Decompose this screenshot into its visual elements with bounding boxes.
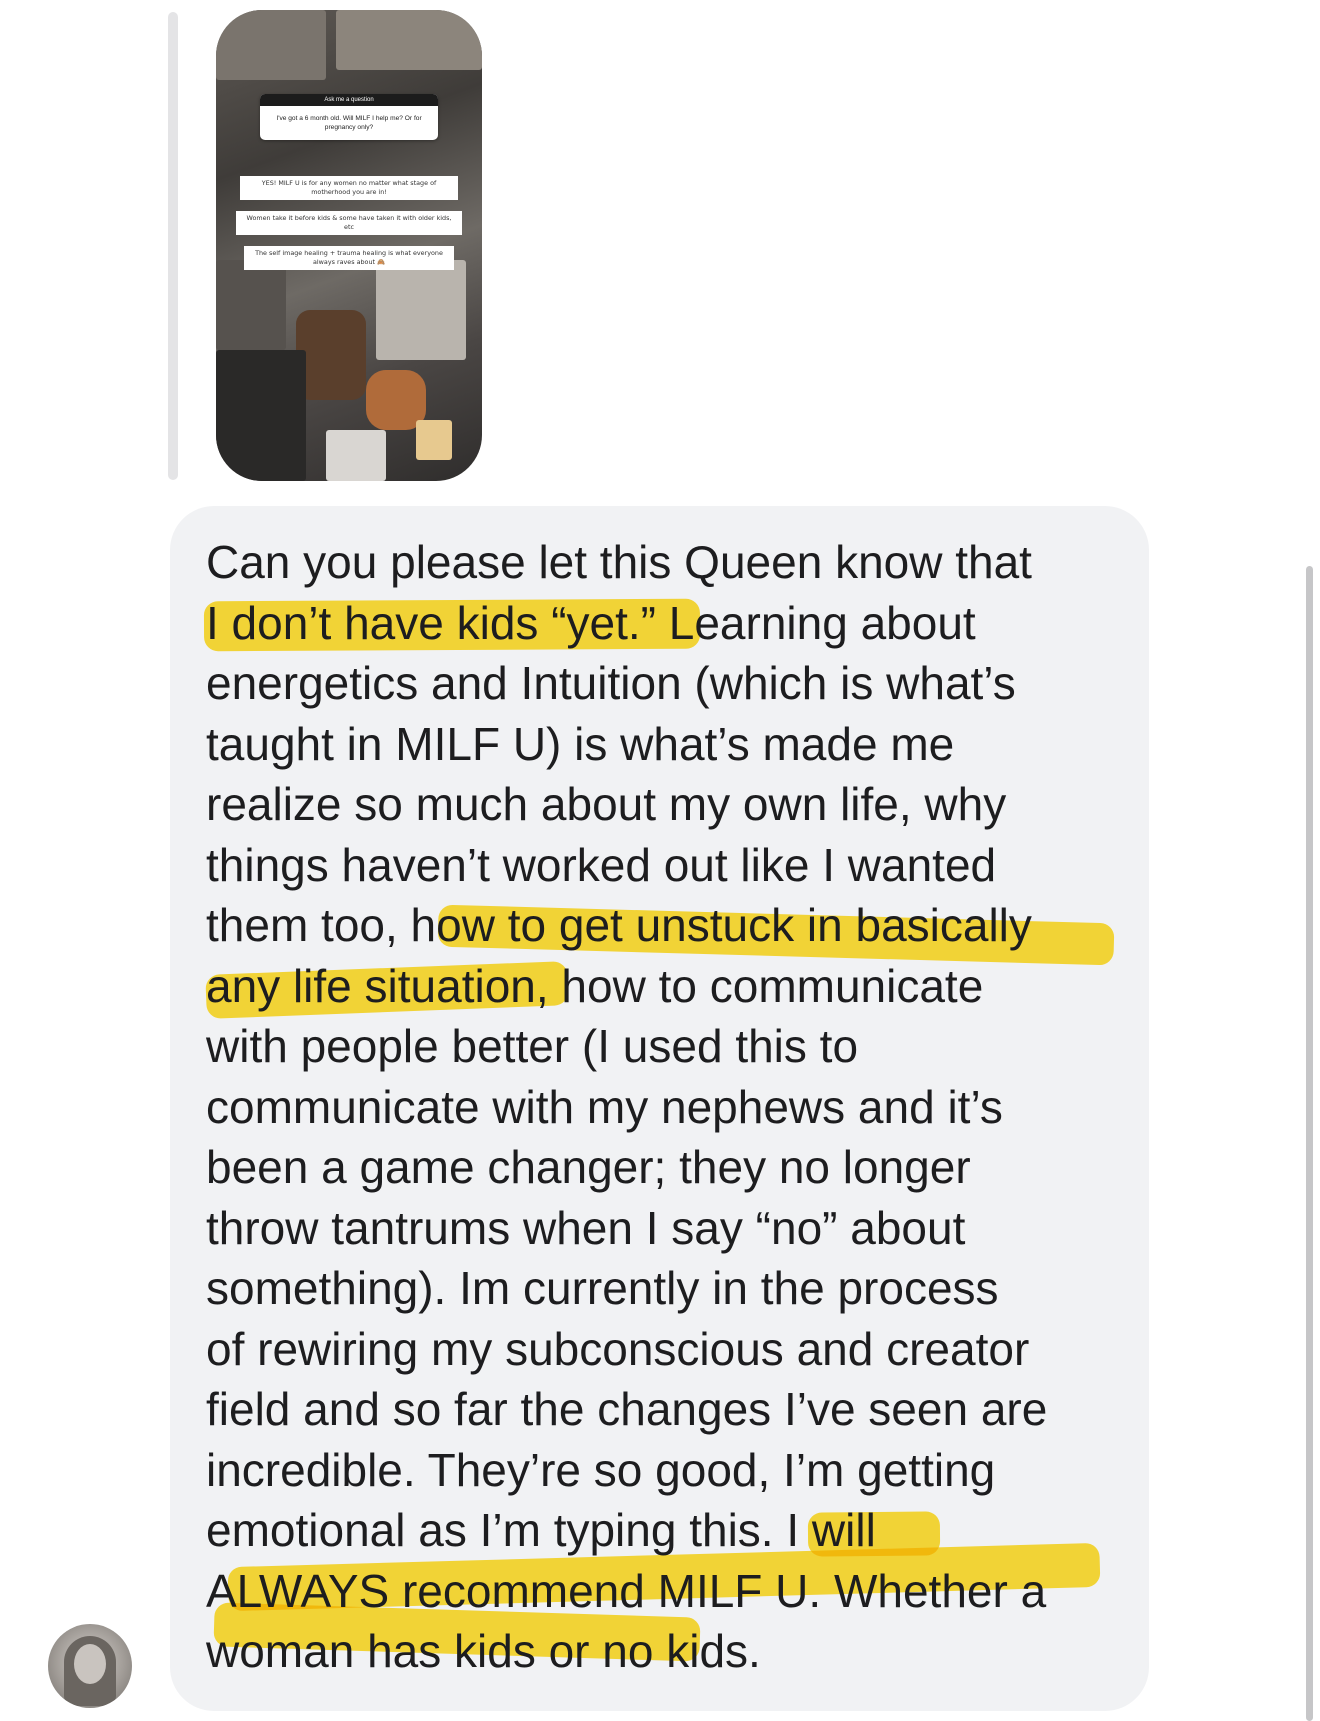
- message-line: woman has kids or no kids.: [206, 1625, 761, 1677]
- collage-tile: [326, 430, 386, 481]
- question-sticker-header: Ask me a question: [260, 94, 438, 106]
- message-line: something). Im currently in the process: [206, 1262, 999, 1314]
- message-line: things haven’t worked out like I wanted: [206, 838, 997, 891]
- answer-text-3: The self image healing + trauma healing …: [244, 246, 454, 270]
- message-line: incredible. They’re so good, I’m getting: [206, 1443, 996, 1496]
- message-line: throw tantrums when I say “no” about: [206, 1201, 966, 1254]
- message-line: with people better (I used this to: [206, 1020, 859, 1072]
- message-line: any life situation, how to communicate: [206, 959, 984, 1012]
- message-line: energetics and Intuition (which is what’…: [206, 657, 1016, 709]
- reply-indicator-bar: [168, 12, 178, 480]
- message-line: emotional as I’m typing this. I will: [206, 1504, 876, 1556]
- message-line: taught in MILF U) is what’s made me: [206, 717, 955, 770]
- question-sticker-text: I've got a 6 month old. Will MILF I help…: [276, 115, 422, 131]
- answer-text-1: YES! MILF U is for any women no matter w…: [240, 176, 458, 200]
- message-line: them too, how to get unstuck in basicall…: [206, 899, 1032, 951]
- message-line: I don’t have kids “yet.” Learning about: [206, 596, 976, 649]
- story-reply-thumbnail[interactable]: Ask me a question I've got a 6 month old…: [216, 10, 482, 481]
- message-line: communicate with my nephews and it’s: [206, 1080, 1003, 1133]
- collage-tile: [336, 10, 482, 70]
- answer-text-2: Women take it before kids & some have ta…: [236, 211, 462, 235]
- avatar-face: [74, 1644, 106, 1684]
- message-text: Can you please let this Queen know that I…: [206, 532, 1126, 1682]
- message-line: realize so much about my own life, why: [206, 778, 1007, 830]
- collage-tile: [216, 260, 286, 350]
- message-line: Can you please let this Queen know that: [206, 536, 1032, 588]
- scrollbar[interactable]: [1306, 566, 1313, 1721]
- message-line: of rewiring my subconscious and creator: [206, 1322, 1030, 1375]
- collage-tile: [216, 10, 326, 80]
- sender-avatar[interactable]: [48, 1624, 132, 1708]
- message-line: field and so far the changes I’ve seen a…: [206, 1383, 1048, 1435]
- message-line: ALWAYS recommend MILF U. Whether a: [206, 1564, 1047, 1617]
- handbag-shape: [296, 310, 366, 400]
- collage-tile: [376, 260, 466, 360]
- perfume-shape: [416, 420, 452, 460]
- question-sticker: Ask me a question I've got a 6 month old…: [260, 94, 438, 140]
- message-line: been a game changer; they no longer: [206, 1141, 971, 1193]
- collage-tile: [216, 350, 306, 481]
